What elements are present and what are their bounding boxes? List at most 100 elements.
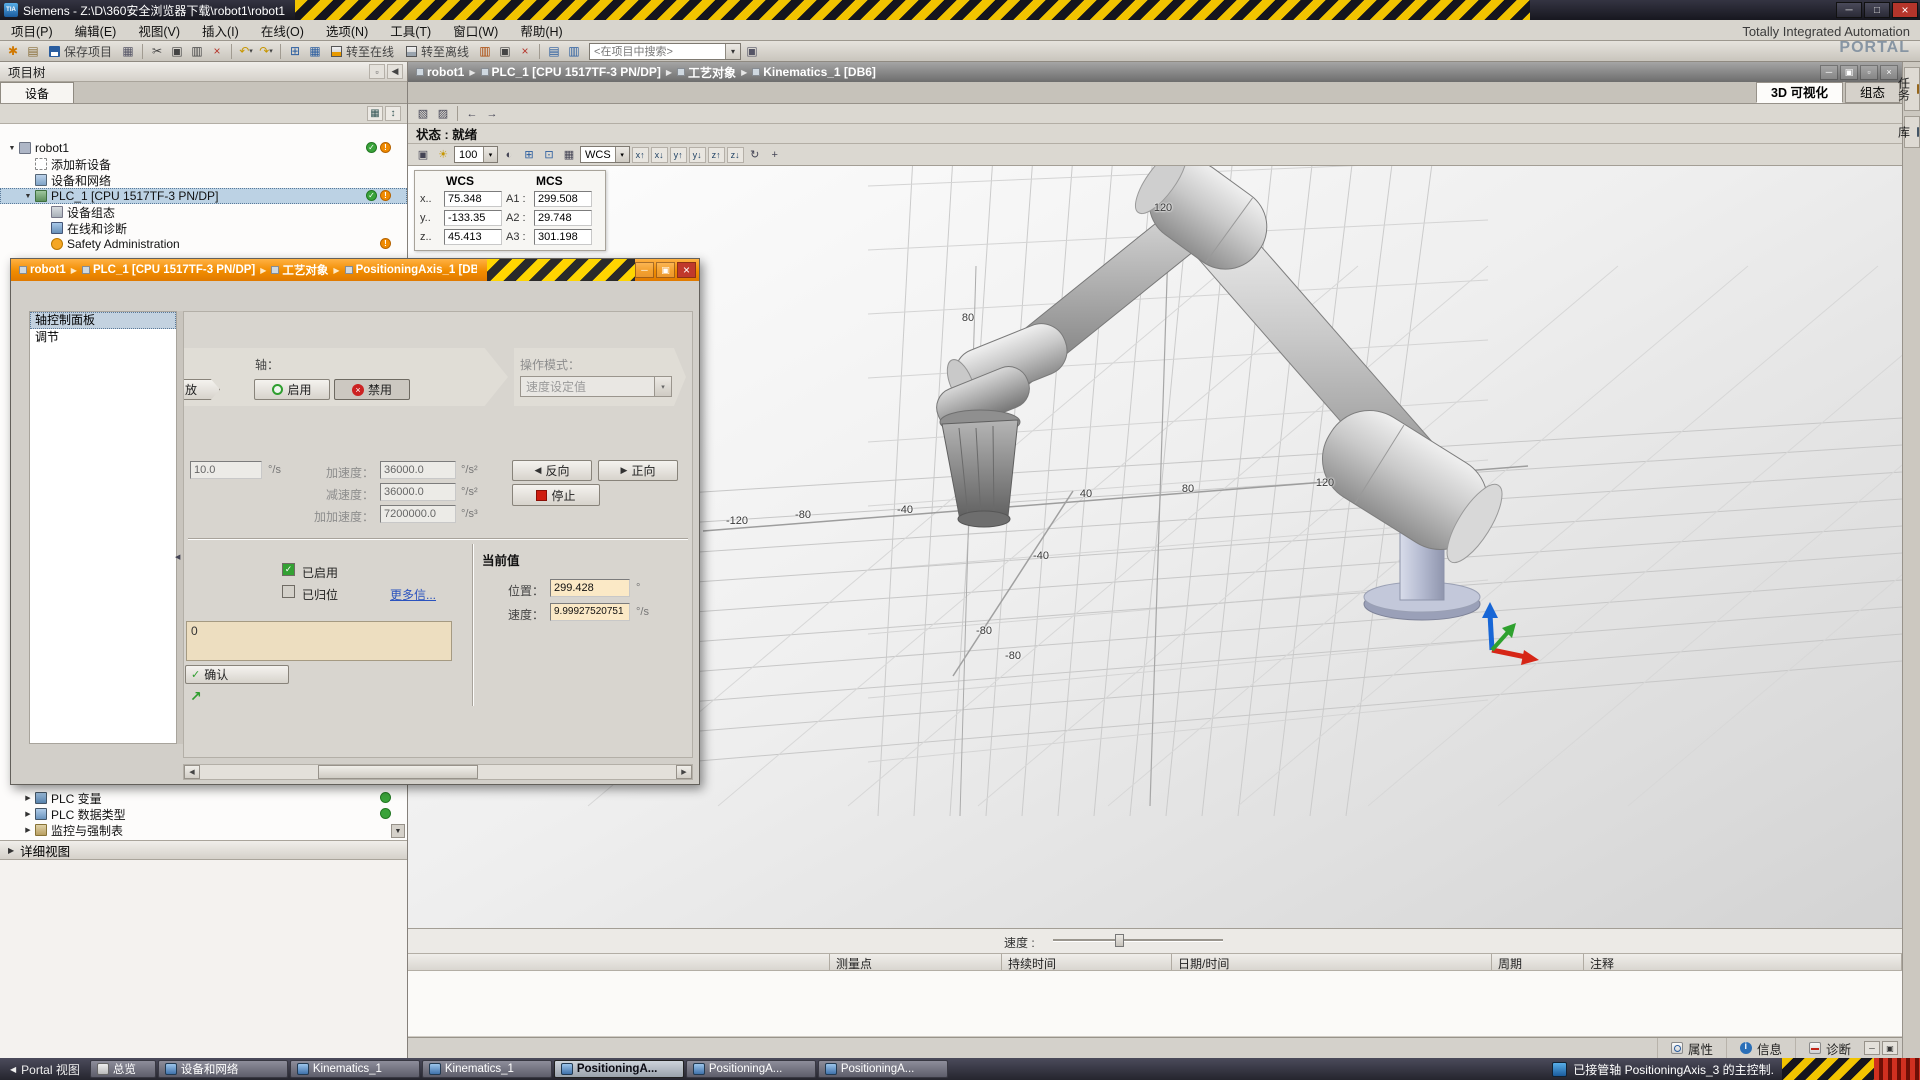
back-arrow-icon[interactable]: ← (463, 106, 481, 122)
taskbar-button[interactable]: Kinematics_1 (422, 1060, 552, 1078)
measure-column-header[interactable]: 日期/时间 (1172, 954, 1492, 970)
menu-item[interactable]: 帮助(H) (509, 19, 573, 42)
detail-view-header[interactable]: ▶ 详细视图 (0, 840, 407, 860)
position-value[interactable]: 299.428 (550, 579, 630, 597)
jog-z-plus-icon[interactable]: z↑ (708, 147, 725, 163)
tree-item[interactable]: ▼PLC_1 [CPU 1517TF-3 PN/DP]✓! (0, 188, 407, 204)
side-tab-libraries[interactable]: 库 (1904, 116, 1920, 148)
expander-icon[interactable]: ▼ (6, 145, 18, 152)
jog-y-minus-icon[interactable]: y↓ (689, 147, 706, 163)
undo-button[interactable]: ↶▾ (237, 42, 255, 60)
splitter-collapse-icon[interactable]: ◀ (175, 553, 180, 561)
tab-devices[interactable]: 设备 (0, 82, 74, 103)
pose-wcs-value[interactable]: 75.348 (444, 191, 502, 207)
measure-column-header[interactable]: 周期 (1492, 954, 1584, 970)
pose-mcs-value[interactable]: 29.748 (534, 210, 592, 226)
taskbar-button[interactable]: PositioningA... (554, 1060, 684, 1078)
grid-toggle-icon[interactable]: ▦ (560, 147, 578, 163)
breadcrumb-item[interactable]: robot1 (19, 264, 66, 276)
close-editor-icon[interactable]: × (516, 42, 534, 60)
side-tab-tasks[interactable]: 任务 (1904, 67, 1920, 111)
pose-mcs-value[interactable]: 301.198 (534, 229, 592, 245)
taskbar-button[interactable]: 设备和网络 (158, 1060, 288, 1078)
diagnostics-icon[interactable]: ▥ (476, 42, 494, 60)
mode-dropdown-icon[interactable]: ▾ (654, 377, 671, 396)
forward-arrow-icon[interactable]: → (483, 106, 501, 122)
close-button[interactable]: × (1892, 2, 1918, 18)
measure-column-header[interactable]: 持续时间 (1002, 954, 1172, 970)
inspector-restore-icon[interactable]: ▣ (1882, 1041, 1898, 1055)
restore-window-icon[interactable]: ▣ (496, 42, 514, 60)
jog-y-plus-icon[interactable]: y↑ (670, 147, 687, 163)
scroll-right-icon[interactable]: ▶ (676, 765, 692, 779)
zoom-select[interactable]: 100▾ (454, 146, 498, 163)
redo-button[interactable]: ↷▾ (257, 42, 275, 60)
jog-forward-button[interactable]: ▶正向 (598, 460, 678, 481)
tree-sort-icon[interactable]: ↕ (385, 106, 401, 121)
expander-icon[interactable]: ▶ (22, 794, 34, 802)
link-icon[interactable]: ▧ (414, 106, 432, 122)
speed-slider[interactable] (1053, 933, 1223, 948)
go-offline-button[interactable]: 转至离线 (401, 42, 474, 60)
jog-x-plus-icon[interactable]: x↑ (632, 147, 649, 163)
expander-icon[interactable]: ▶ (22, 810, 34, 818)
menu-item[interactable]: 视图(V) (127, 19, 191, 42)
inspector-tab-diagnostics[interactable]: 诊断 (1795, 1038, 1864, 1058)
menu-item[interactable]: 窗口(W) (442, 19, 509, 42)
inspector-tab-properties[interactable]: 属性 (1657, 1038, 1726, 1058)
velocity-input[interactable]: 10.0 (190, 461, 262, 479)
popup-close-icon[interactable]: × (677, 262, 696, 278)
taskbar-button[interactable]: 总览 (90, 1060, 156, 1078)
taskbar-button[interactable]: PositioningA... (686, 1060, 816, 1078)
tree-item[interactable]: ▶监控与强制表 (0, 822, 407, 838)
disable-button[interactable]: ×禁用 (334, 379, 410, 400)
pose-wcs-value[interactable]: -133.35 (444, 210, 502, 226)
jump-to-icon[interactable]: ↗ (190, 688, 202, 705)
editor-float-icon[interactable]: ▫ (1860, 65, 1878, 80)
jerk-input[interactable]: 7200000.0 (380, 505, 456, 523)
editor-minimize-icon[interactable]: ─ (1820, 65, 1838, 80)
decel-input[interactable]: 36000.0 (380, 483, 456, 501)
menu-item[interactable]: 插入(I) (191, 19, 250, 42)
go-online-button[interactable]: 转至在线 (326, 42, 399, 60)
brightness-icon[interactable]: ☀ (434, 147, 452, 163)
acknowledge-button[interactable]: ✓确认 (185, 665, 289, 684)
inspector-minimize-icon[interactable]: ─ (1864, 1041, 1880, 1055)
expander-icon[interactable]: ▶ (22, 826, 34, 834)
breadcrumb-item[interactable]: 工艺对象 (271, 262, 328, 278)
measure-column-header[interactable]: 测量点 (830, 954, 1002, 970)
popup-hscrollbar[interactable]: ◀ ▶ (183, 764, 693, 780)
tree-item[interactable]: 设备和网络 (0, 172, 407, 188)
tree-item[interactable]: ▼robot1✓! (0, 140, 407, 156)
collapse-panel-icon[interactable]: ◀ (387, 64, 403, 79)
network-view-icon[interactable]: ▦ (306, 42, 324, 60)
enable-button[interactable]: 启用 (254, 379, 330, 400)
more-info-link[interactable]: 更多信... (390, 586, 436, 603)
tree-item[interactable]: 设备组态 (0, 204, 407, 220)
expander-icon[interactable]: ▼ (22, 193, 34, 200)
split-horizontal-icon[interactable]: ▤ (545, 42, 563, 60)
scrollbar-thumb[interactable] (318, 765, 478, 779)
stop-button[interactable]: 停止 (512, 484, 600, 506)
breadcrumb-item[interactable]: PLC_1 [CPU 1517TF-3 PN/DP] (481, 65, 661, 79)
coord-system-select[interactable]: WCS▾ (580, 146, 630, 163)
portal-view-button[interactable]: ◀ Portal 视图 (0, 1061, 90, 1078)
rotate-view-icon[interactable]: ↻ (746, 147, 764, 163)
measure-column-header[interactable]: 注释 (1584, 954, 1902, 970)
tree-item[interactable]: ▶PLC 数据类型 (0, 806, 407, 822)
menu-item[interactable]: 项目(P) (0, 19, 64, 42)
tree-item[interactable]: ▶PLC 变量 (0, 790, 407, 806)
menu-item[interactable]: 编辑(E) (64, 19, 128, 42)
scroll-left-icon[interactable]: ◀ (184, 765, 200, 779)
breadcrumb-item[interactable]: Kinematics_1 [DB6] (752, 65, 876, 79)
jog-z-minus-icon[interactable]: z↓ (727, 147, 744, 163)
axis-panel-nav-item[interactable]: 调节 (30, 329, 176, 346)
menu-item[interactable]: 工具(T) (379, 19, 442, 42)
taskbar-button[interactable]: PositioningA... (818, 1060, 948, 1078)
tree-columns-icon[interactable]: ▦ (367, 106, 383, 121)
new-project-icon[interactable]: ✱ (4, 42, 22, 60)
coord-dropdown-icon[interactable]: ▾ (615, 147, 629, 162)
tree-scroll-down-button[interactable]: ▼ (391, 824, 405, 838)
popup-minimize-icon[interactable]: ─ (635, 262, 654, 278)
delete-icon[interactable]: × (208, 42, 226, 60)
